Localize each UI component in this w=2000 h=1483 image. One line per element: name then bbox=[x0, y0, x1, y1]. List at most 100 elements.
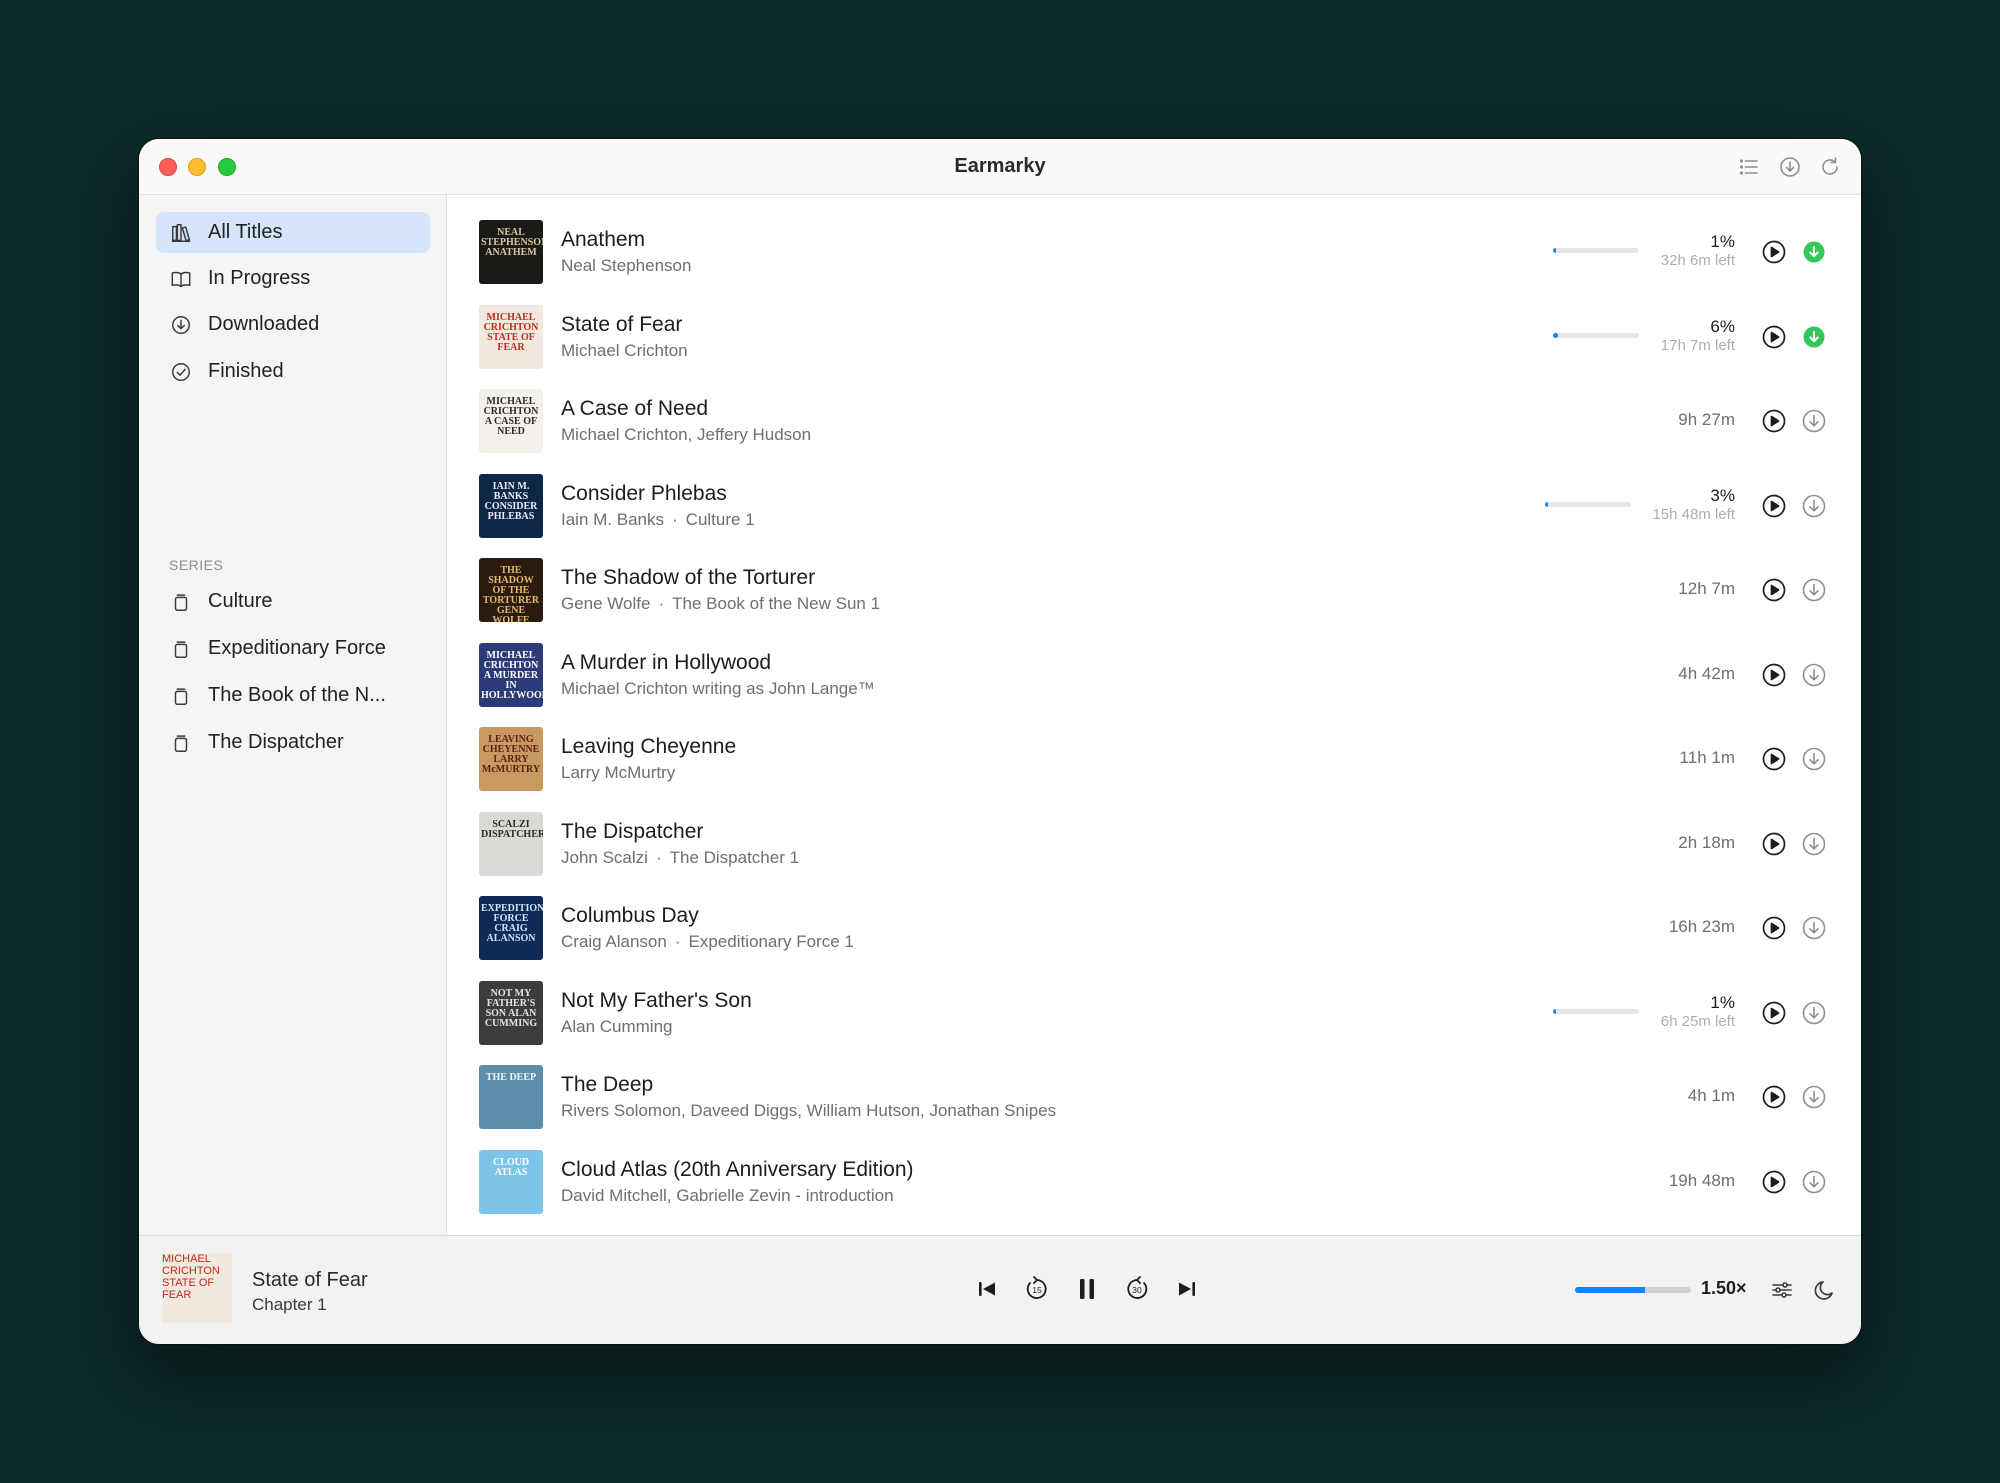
cover-art: THE SHADOW OF THE TORTURER GENE WOLFE bbox=[479, 558, 543, 622]
cover-art: IAIN M. BANKS CONSIDER PHLEBAS bbox=[479, 473, 543, 538]
check-circle-icon bbox=[169, 360, 193, 384]
download-icon[interactable] bbox=[1801, 493, 1827, 519]
progress-bar bbox=[1553, 248, 1639, 253]
sidebar-item-in-progress[interactable]: In Progress bbox=[156, 258, 430, 299]
duration: 4h 1m bbox=[1687, 1086, 1735, 1105]
download-icon[interactable] bbox=[1801, 1084, 1827, 1110]
now-playing-cover[interactable]: MICHAEL CRICHTON STATE OF FEAR bbox=[162, 1253, 232, 1323]
playback-speed-slider[interactable] bbox=[1575, 1287, 1691, 1293]
play-icon[interactable] bbox=[1761, 239, 1787, 265]
sidebar-item-label: The Dispatcher bbox=[208, 731, 344, 753]
title-row[interactable]: MICHAEL CRICHTON STATE OF FEAR State of F… bbox=[448, 295, 1861, 379]
next-chapter-icon[interactable] bbox=[1172, 1274, 1202, 1304]
title-row[interactable]: EXPEDITIONARY FORCE CRAIG ALANSON Columbu… bbox=[448, 886, 1861, 970]
title-row[interactable]: NEAL STEPHENSON ANATHEM Anathem Neal Steph… bbox=[448, 210, 1861, 294]
sidebar-item-label: The Book of the N... bbox=[208, 684, 386, 706]
download-circle-icon bbox=[169, 313, 193, 337]
download-icon[interactable] bbox=[1801, 577, 1827, 603]
sidebar-item-label: Expeditionary Force bbox=[208, 637, 386, 659]
skip-forward-30-icon[interactable]: 30 bbox=[1122, 1274, 1152, 1304]
sidebar-item-downloaded[interactable]: Downloaded bbox=[156, 304, 430, 345]
sidebar-item-finished[interactable]: Finished bbox=[156, 351, 430, 392]
refresh-icon[interactable] bbox=[1818, 155, 1842, 179]
skip-back-15-icon[interactable]: 15 bbox=[1022, 1274, 1052, 1304]
play-icon[interactable] bbox=[1761, 577, 1787, 603]
progress-percent: 1% bbox=[1710, 992, 1735, 1012]
duration: 2h 18m bbox=[1678, 832, 1735, 852]
title-byline: Rivers Solomon, Daveed Diggs, William Hu… bbox=[561, 1101, 1056, 1121]
title-row[interactable]: IAIN M. BANKS CONSIDER PHLEBAS Consider P… bbox=[448, 464, 1861, 548]
cover-art-text: MICHAEL CRICHTON STATE OF FEAR bbox=[483, 311, 539, 353]
progress-bar-fill bbox=[1553, 248, 1556, 253]
download-icon[interactable] bbox=[1801, 1000, 1827, 1026]
pause-icon[interactable] bbox=[1072, 1274, 1102, 1304]
play-icon[interactable] bbox=[1761, 493, 1787, 519]
play-icon[interactable] bbox=[1761, 1169, 1787, 1195]
title-name: Anathem bbox=[561, 228, 646, 251]
title-name: A Case of Need bbox=[561, 397, 709, 420]
now-playing-bar: MICHAEL CRICHTON STATE OF FEAR State of … bbox=[139, 1235, 1861, 1344]
sidebar-item-series-the-dispatcher[interactable]: The Dispatcher bbox=[156, 722, 430, 763]
cover-art: LEAVING CHEYENNE LARRY McMURTRY bbox=[479, 727, 543, 791]
download-icon[interactable] bbox=[1801, 662, 1827, 688]
title-row[interactable]: MICHAEL CRICHTON A MURDER IN HOLLYWOOD A … bbox=[448, 633, 1861, 717]
play-icon[interactable] bbox=[1761, 915, 1787, 941]
series-name: Expeditionary Force 1 bbox=[688, 932, 854, 951]
author-name: John Scalzi bbox=[561, 847, 648, 867]
title-row[interactable]: LEAVING CHEYENNE LARRY McMURTRY Leaving C… bbox=[448, 717, 1861, 801]
sidebar-item-series-culture[interactable]: Culture bbox=[156, 581, 430, 622]
title-byline: Larry McMurtry bbox=[561, 763, 675, 783]
download-icon[interactable] bbox=[1801, 408, 1827, 434]
play-icon[interactable] bbox=[1761, 746, 1787, 772]
title-row[interactable]: CLOUD ATLAS Cloud Atlas (20th Anniversary… bbox=[448, 1140, 1861, 1224]
download-icon[interactable] bbox=[1801, 831, 1827, 857]
sliders-icon[interactable] bbox=[1769, 1277, 1795, 1303]
author-name: Larry McMurtry bbox=[561, 763, 676, 782]
sidebar-item-label: Culture bbox=[208, 590, 273, 612]
title-byline: Craig Alanson · Expeditionary Force 1 bbox=[561, 932, 854, 952]
title-row[interactable]: NOT MY FATHER'S SON ALAN CUMMING Not My F… bbox=[448, 971, 1861, 1055]
progress-bar bbox=[1553, 332, 1639, 338]
title-byline: Alan Cumming bbox=[561, 1017, 673, 1037]
download-icon[interactable] bbox=[1801, 746, 1827, 772]
sidebar-item-label: Downloaded bbox=[208, 313, 320, 335]
cover-art: MICHAEL CRICHTON STATE OF FEAR bbox=[479, 304, 543, 369]
cover-art-text: THE SHADOW OF THE TORTURER GENE WOLFE bbox=[482, 565, 540, 623]
sidebar-item-series-book-of-the-new-sun[interactable]: The Book of the N... bbox=[156, 675, 430, 716]
list-icon[interactable] bbox=[1737, 155, 1761, 179]
author-name: Rivers Solomon, Daveed Diggs, William Hu… bbox=[561, 1101, 1057, 1120]
play-icon[interactable] bbox=[1761, 831, 1787, 857]
previous-chapter-icon[interactable] bbox=[972, 1274, 1002, 1304]
cover-art-text: NOT MY FATHER'S SON ALAN CUMMING bbox=[484, 987, 538, 1029]
title-row[interactable]: SCALZI DISPATCHER The Dispatcher John Scal… bbox=[448, 802, 1861, 886]
series-name: The Dispatcher 1 bbox=[669, 847, 800, 867]
play-icon[interactable] bbox=[1761, 1000, 1787, 1026]
download-icon[interactable] bbox=[1801, 1169, 1827, 1195]
stack-icon bbox=[169, 590, 193, 614]
sleep-timer-moon-icon[interactable] bbox=[1812, 1277, 1838, 1303]
duration: 11h 1m bbox=[1679, 748, 1735, 767]
play-icon[interactable] bbox=[1761, 408, 1787, 434]
play-icon[interactable] bbox=[1761, 1084, 1787, 1110]
title-row[interactable]: THE DEEP The Deep Rivers Solomon, Daveed D… bbox=[448, 1055, 1861, 1139]
cover-art: MICHAEL CRICHTON A CASE OF NEED bbox=[479, 389, 543, 453]
play-icon[interactable] bbox=[1761, 662, 1787, 688]
sidebar-item-all-titles[interactable]: All Titles bbox=[156, 212, 430, 253]
cover-art-text: IAIN M. BANKS CONSIDER PHLEBAS bbox=[484, 480, 538, 522]
downloaded-icon[interactable] bbox=[1801, 239, 1827, 265]
download-icon[interactable] bbox=[1778, 155, 1802, 179]
title-name: A Murder in Hollywood bbox=[561, 650, 772, 674]
cover-art: EXPEDITIONARY FORCE CRAIG ALANSON bbox=[479, 896, 543, 960]
downloaded-icon[interactable] bbox=[1801, 324, 1827, 350]
author-name: Michael Crichton writing as John Lange™ bbox=[561, 678, 875, 698]
title-row[interactable]: MICHAEL CRICHTON A CASE OF NEED A Case of… bbox=[448, 379, 1861, 463]
title-byline: Michael Crichton bbox=[561, 341, 688, 361]
cover-art: THE DEEP bbox=[479, 1065, 543, 1129]
cover-art-text: MICHAEL CRICHTON A MURDER IN HOLLYWOOD bbox=[481, 649, 543, 701]
title-row[interactable]: THE SHADOW OF THE TORTURER GENE WOLFE The… bbox=[448, 548, 1861, 632]
sidebar-item-series-expeditionary-force[interactable]: Expeditionary Force bbox=[156, 628, 430, 669]
play-icon[interactable] bbox=[1761, 324, 1787, 350]
time-remaining: 6h 25m left bbox=[1660, 1012, 1735, 1030]
duration: 9h 27m bbox=[1678, 410, 1735, 429]
download-icon[interactable] bbox=[1801, 915, 1827, 941]
